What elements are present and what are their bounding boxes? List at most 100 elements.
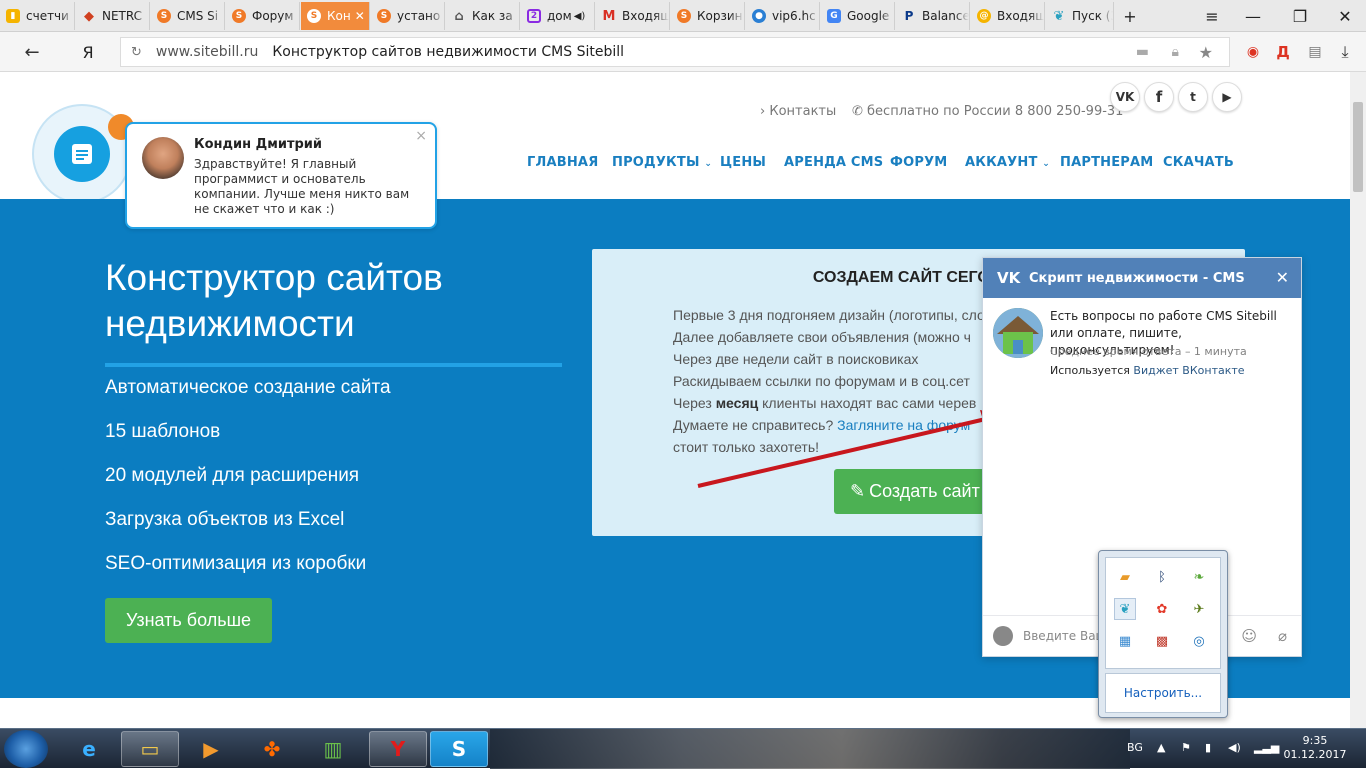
feature-item: Загрузка объектов из Excel bbox=[105, 509, 345, 530]
close-tab-icon[interactable]: ✕ bbox=[355, 9, 365, 23]
network-signal-icon[interactable]: ▂▃▅ bbox=[1254, 741, 1279, 754]
skype-icon[interactable]: S bbox=[430, 731, 488, 767]
facebook-icon[interactable]: f bbox=[1144, 82, 1174, 112]
vk-icon[interactable]: VK bbox=[1110, 82, 1140, 112]
extension-doc-icon[interactable]: ▤ bbox=[1302, 38, 1328, 66]
tab[interactable]: S Корзин bbox=[671, 2, 745, 30]
close-icon[interactable]: × bbox=[415, 128, 427, 144]
twitter-icon[interactable]: t bbox=[1178, 82, 1208, 112]
feature-item: 15 шаблонов bbox=[105, 421, 221, 442]
power-icon[interactable]: ▮ bbox=[1205, 741, 1211, 754]
youtube-icon[interactable]: ▶ bbox=[1212, 82, 1242, 112]
vk-message-input[interactable]: Введите Ваш bbox=[1023, 629, 1107, 643]
minimize-icon[interactable]: — bbox=[1238, 2, 1268, 30]
evernote-icon[interactable]: ❧ bbox=[1188, 566, 1210, 588]
tab[interactable]: Sустано bbox=[371, 2, 445, 30]
nav-account[interactable]: АККАУНТ ⌄ bbox=[965, 155, 1050, 170]
apps-icon[interactable]: ▩ bbox=[1151, 630, 1173, 652]
explorer-icon[interactable]: ▭ bbox=[121, 731, 179, 767]
card-line: Раскидываем ссылки по форумам и в соц.се… bbox=[673, 373, 970, 389]
vk-widget-link[interactable]: Виджет ВКонтакте bbox=[1133, 364, 1244, 377]
speaker-icon: ◀) bbox=[573, 10, 586, 22]
scrollbar-thumb[interactable] bbox=[1353, 102, 1363, 192]
yandex-browser-icon[interactable]: Y bbox=[369, 731, 427, 767]
excel-icon[interactable]: ▥ bbox=[304, 731, 362, 767]
show-hidden-icons[interactable]: ▲ bbox=[1157, 741, 1165, 754]
tab[interactable]: @ Входящ bbox=[971, 2, 1045, 30]
app-icon[interactable]: ✤ bbox=[243, 731, 301, 767]
lock-icon[interactable]: 🔒︎ bbox=[1172, 44, 1179, 60]
globe-icon: ● bbox=[752, 9, 766, 23]
nav-forum[interactable]: ФОРУМ bbox=[890, 155, 947, 170]
vk-response-time: Среднее время ответа – 1 минута bbox=[1050, 345, 1247, 358]
nav-download[interactable]: СКАЧАТЬ bbox=[1163, 155, 1234, 170]
restore-icon[interactable]: ❐ bbox=[1285, 2, 1315, 30]
page-scrollbar[interactable] bbox=[1350, 72, 1366, 728]
vk-widget-header: VK Скрипт недвижимости - CMS ✕ bbox=[983, 258, 1301, 298]
tab-active[interactable]: S Кон ✕ bbox=[301, 2, 370, 30]
yandex-logo[interactable]: Я bbox=[76, 38, 100, 66]
bluetooth-icon[interactable]: ᛒ bbox=[1151, 566, 1173, 588]
card-line: Далее добавляете свои объявления (можно … bbox=[673, 329, 971, 345]
founder-popup: Кондин Дмитрий Здравствуйте! Я главный п… bbox=[125, 122, 437, 229]
nav-products[interactable]: ПРОДУКТЫ ⌄ bbox=[612, 155, 712, 170]
close-icon[interactable]: ✕ bbox=[1276, 268, 1289, 287]
attach-icon[interactable]: ⌀ bbox=[1278, 627, 1287, 645]
emoji-icon[interactable]: ☺ bbox=[1241, 627, 1257, 645]
vk-widget-title: Скрипт недвижимости - CMS bbox=[1029, 270, 1245, 286]
comment-icon[interactable]: ▬ bbox=[1136, 44, 1149, 60]
chevron-down-icon: ⌄ bbox=[1042, 159, 1051, 169]
at-icon[interactable]: ◎ bbox=[1188, 630, 1210, 652]
close-window-icon[interactable]: ✕ bbox=[1330, 2, 1360, 30]
tab[interactable]: S Форум bbox=[226, 2, 300, 30]
bookmark-star-icon[interactable]: ★ bbox=[1199, 43, 1213, 62]
house-icon: ⌂ bbox=[454, 8, 464, 24]
nav-prices[interactable]: ЦЕНЫ bbox=[720, 155, 766, 170]
tab[interactable]: ● vip6.hc bbox=[746, 2, 820, 30]
extension-d-icon[interactable]: Д bbox=[1270, 38, 1296, 66]
back-icon[interactable]: ← bbox=[18, 38, 46, 66]
bird-icon: ❦ bbox=[1053, 8, 1065, 24]
volume-icon[interactable]: ◀) bbox=[1228, 741, 1241, 754]
url-page-title: Конструктор сайтов недвижимости CMS Site… bbox=[272, 44, 624, 60]
nav-home[interactable]: ГЛАВНАЯ bbox=[527, 155, 598, 170]
tray-customize-link[interactable]: Настроить... bbox=[1105, 673, 1221, 713]
bird-icon[interactable]: ❦ bbox=[1114, 598, 1136, 620]
extension-icon[interactable]: ◉ bbox=[1240, 38, 1266, 66]
at-icon: @ bbox=[977, 9, 991, 23]
media-player-icon[interactable]: ▶ bbox=[182, 731, 240, 767]
language-indicator[interactable]: BG bbox=[1127, 741, 1143, 754]
feature-item: 20 модулей для расширения bbox=[105, 465, 360, 486]
tab[interactable]: P Balance bbox=[896, 2, 970, 30]
nav-rent-cms[interactable]: АРЕНДА CMS bbox=[784, 155, 883, 170]
tab[interactable]: ◆ NETRC bbox=[76, 2, 150, 30]
start-button[interactable] bbox=[4, 730, 48, 768]
tab[interactable]: ❦ Пуск (3 bbox=[1046, 2, 1114, 30]
wallpaper-strip bbox=[490, 729, 1130, 769]
tab[interactable]: 2 дом ◀) bbox=[521, 2, 595, 30]
nav-partners[interactable]: ПАРТНЕРАМ bbox=[1060, 155, 1153, 170]
tab[interactable]: S CMS Si bbox=[151, 2, 225, 30]
clock[interactable]: 9:35 01.12.2017 bbox=[1280, 734, 1350, 762]
bird2-icon[interactable]: ✈ bbox=[1188, 598, 1210, 620]
tab[interactable]: M Входящ bbox=[596, 2, 670, 30]
contacts-link[interactable]: › Контакты bbox=[760, 104, 836, 119]
learn-more-button[interactable]: Узнать больше bbox=[105, 598, 272, 643]
flag-icon[interactable]: ⚑ bbox=[1181, 741, 1191, 754]
flower-icon[interactable]: ✿ bbox=[1151, 598, 1173, 620]
chart-icon: ▮ bbox=[6, 9, 20, 23]
new-tab-icon[interactable]: + bbox=[1115, 2, 1145, 30]
eraser-icon[interactable]: ▰ bbox=[1114, 566, 1136, 588]
download-icon[interactable]: ⤓ bbox=[1332, 38, 1358, 66]
tab[interactable]: ⌂ Как за bbox=[446, 2, 520, 30]
tab[interactable]: ▮ счетчи bbox=[0, 2, 75, 30]
founder-message: Здравствуйте! Я главный программист и ос… bbox=[194, 157, 410, 216]
network-icon[interactable]: ▦ bbox=[1114, 630, 1136, 652]
tab[interactable]: G Google bbox=[821, 2, 895, 30]
tray-icon-grid: ▰ ᛒ ❧ ❦ ✿ ✈ ▦ ▩ ◎ bbox=[1105, 557, 1221, 669]
ie-icon[interactable]: e bbox=[60, 731, 118, 767]
phone-text: ✆ бесплатно по России 8 800 250-99-31 bbox=[852, 104, 1124, 119]
menu-icon[interactable]: ≡ bbox=[1197, 2, 1227, 30]
url-field[interactable]: ↻ www.sitebill.ru Конструктор сайтов нед… bbox=[120, 37, 1230, 67]
reload-icon[interactable]: ↻ bbox=[131, 45, 142, 60]
